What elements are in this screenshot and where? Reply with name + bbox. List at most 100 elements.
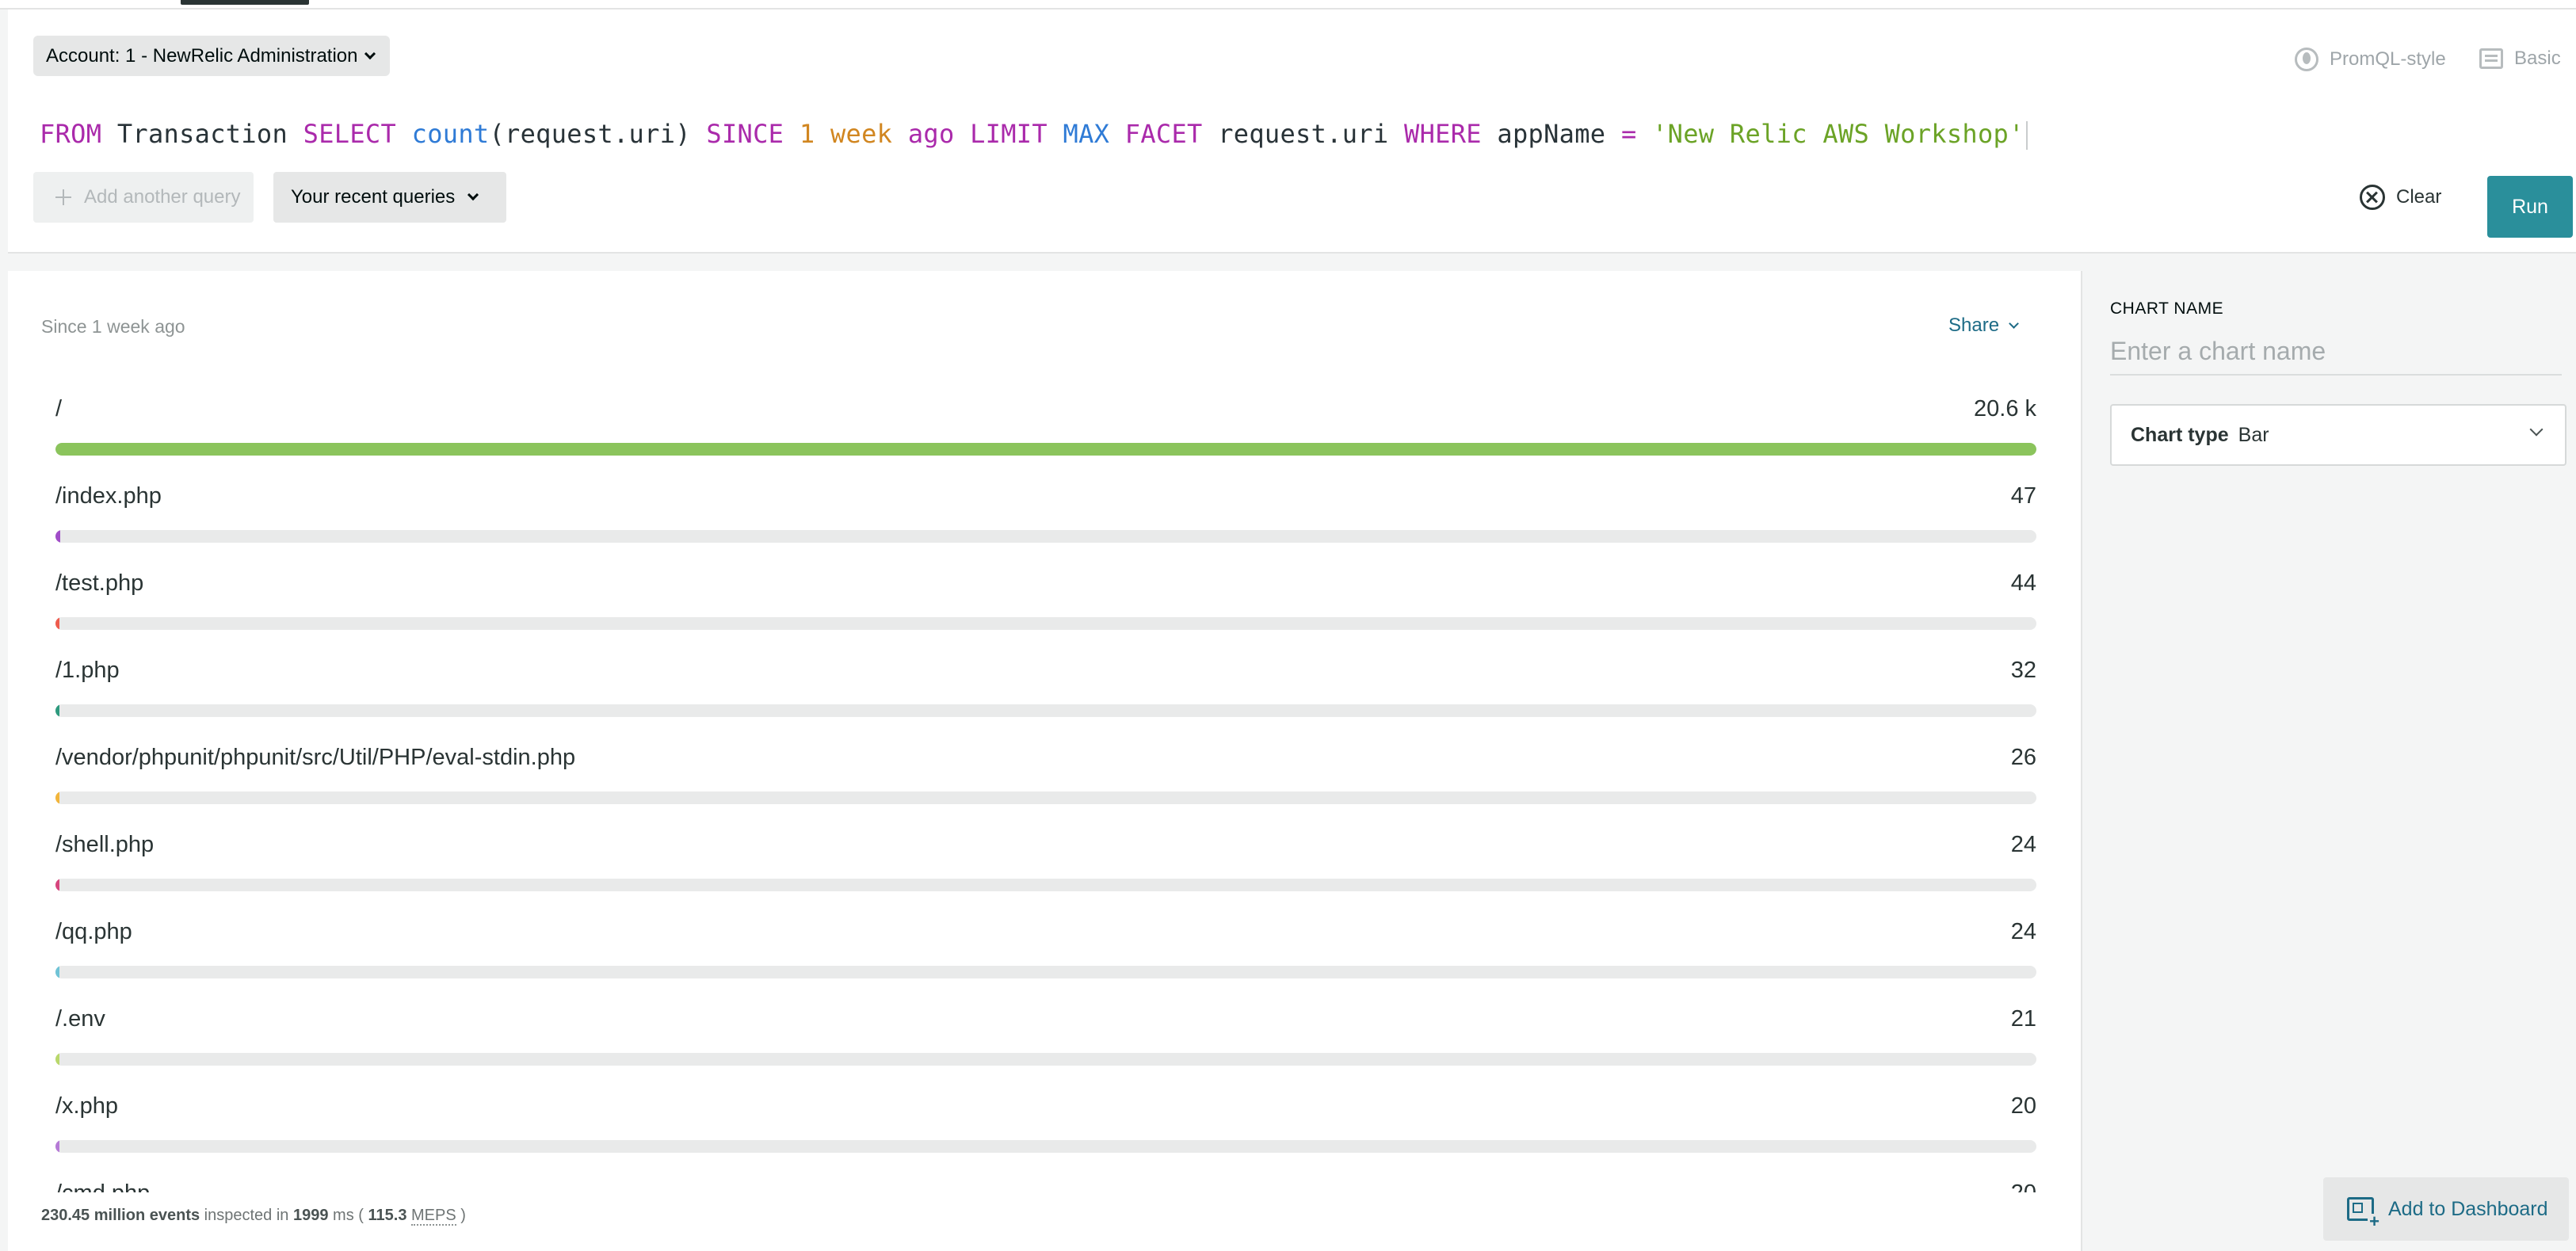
facet-value: 47	[2010, 483, 2036, 509]
facet-label: /index.php	[55, 483, 162, 509]
query-token: WHERE	[1404, 119, 1482, 149]
facet-row[interactable]: /test.php 44	[55, 563, 2036, 650]
query-token: MAX	[1063, 119, 1110, 149]
share-label: Share	[1948, 315, 2000, 336]
plus-icon	[55, 189, 71, 205]
facet-label: /1.php	[55, 658, 120, 683]
add-to-dashboard-icon	[2347, 1197, 2381, 1230]
facet-row[interactable]: /shell.php 24	[55, 824, 2036, 911]
query-token: Transaction	[116, 119, 288, 149]
query-token	[288, 119, 303, 149]
facet-label: /shell.php	[55, 832, 155, 857]
query-token: SELECT	[303, 119, 397, 149]
chevron-down-icon	[2529, 422, 2544, 437]
chart-type-value: Bar	[2238, 423, 2269, 446]
facet-value: 20.6 k	[1974, 396, 2036, 421]
query-token	[1637, 119, 1653, 149]
chart-name-input[interactable]	[2110, 328, 2562, 376]
facet-row[interactable]: /1.php 32	[55, 650, 2036, 737]
query-token: week	[830, 119, 893, 149]
results-panel: Since 1 week ago Share / 20.6 k/index.php…	[8, 271, 2081, 1251]
chevron-down-icon	[364, 48, 376, 59]
account-label: Account: 1 - NewRelic Administration	[46, 44, 358, 67]
query-token: FROM	[40, 119, 102, 149]
facet-row[interactable]: /qq.php 24	[55, 911, 2036, 998]
facet-row[interactable]: / 20.6 k	[55, 388, 2036, 475]
time-range-label: Since 1 week ago	[41, 316, 185, 337]
query-token: appName	[1497, 119, 1606, 149]
query-token	[784, 119, 800, 149]
query-token	[815, 119, 830, 149]
chart-type-select[interactable]: Chart type Bar	[2110, 404, 2566, 466]
bar-track	[55, 1140, 2036, 1153]
facet-row[interactable]: /index.php 47	[55, 475, 2036, 563]
bar	[55, 443, 2036, 456]
account-selector[interactable]: Account: 1 - NewRelic Administration	[33, 36, 390, 76]
query-token	[1388, 119, 1404, 149]
share-button[interactable]: Share	[1948, 315, 2019, 337]
ms-unit: ms (	[333, 1207, 364, 1224]
bar-track	[55, 966, 2036, 978]
query-token: (request.uri)	[489, 119, 691, 149]
promql-style-toggle[interactable]: PromQL-style	[2295, 48, 2446, 71]
query-token	[955, 119, 971, 149]
bar-track	[55, 617, 2036, 630]
query-token	[1482, 119, 1498, 149]
bar	[55, 1140, 59, 1153]
facet-value: 24	[2010, 919, 2036, 944]
bar-track	[55, 704, 2036, 717]
duration-ms: 1999	[292, 1207, 329, 1224]
bar	[55, 791, 59, 804]
inspected-in-text: inspected in	[204, 1207, 289, 1224]
run-button[interactable]: Run	[2487, 176, 2573, 238]
chart-type-label: Chart type	[2131, 423, 2229, 446]
close-icon	[2360, 185, 2385, 210]
query-token	[691, 119, 707, 149]
add-query-label: Add another query	[84, 186, 241, 208]
bar	[55, 966, 59, 978]
recent-queries-dropdown[interactable]: Your recent queries	[273, 172, 506, 223]
nrql-query-editor[interactable]: FROM Transaction SELECT count(request.ur…	[40, 119, 2028, 150]
bar	[55, 879, 59, 891]
query-token: ago	[907, 119, 955, 149]
bar-chart: / 20.6 k/index.php 47/test.php 44/1.php 32/v…	[55, 388, 2036, 1192]
facet-value: 20	[2010, 1093, 2036, 1119]
facet-row[interactable]: /x.php 20	[55, 1085, 2036, 1173]
clear-button[interactable]: Clear	[2360, 185, 2441, 210]
bar	[55, 617, 59, 630]
facet-value: 24	[2010, 832, 2036, 857]
bar-track	[55, 1053, 2036, 1066]
query-token	[1048, 119, 1063, 149]
chevron-down-icon	[467, 189, 479, 201]
add-to-dashboard-label: Add to Dashboard	[2388, 1197, 2548, 1220]
facet-value: 20	[2011, 1180, 2036, 1192]
facet-label: /	[55, 396, 63, 421]
recent-queries-label: Your recent queries	[291, 186, 456, 208]
bar-track	[55, 791, 2036, 804]
facet-value: 32	[2010, 658, 2036, 683]
meps-label[interactable]: MEPS	[411, 1207, 456, 1226]
add-another-query-button[interactable]: Add another query	[33, 172, 254, 223]
facet-value: 26	[2010, 745, 2036, 770]
add-to-dashboard-button[interactable]: Add to Dashboard	[2323, 1177, 2569, 1241]
query-token: SINCE	[706, 119, 784, 149]
query-token	[1605, 119, 1621, 149]
text-cursor	[2025, 121, 2028, 150]
facet-row[interactable]: /.env 21	[55, 998, 2036, 1085]
bar	[55, 530, 60, 543]
facet-row[interactable]: /cmd.php 20	[55, 1173, 2036, 1192]
facet-label: /cmd.php	[55, 1180, 150, 1192]
query-token: LIMIT	[970, 119, 1048, 149]
basic-mode-icon	[2479, 48, 2503, 69]
query-token: count	[411, 119, 490, 149]
basic-mode-toggle[interactable]: Basic	[2479, 48, 2561, 70]
bar	[55, 704, 59, 717]
query-token: 1	[799, 119, 815, 149]
facet-row[interactable]: /vendor/phpunit/phpunit/src/Util/PHP/eva…	[55, 737, 2036, 824]
facet-label: /test.php	[55, 570, 144, 596]
facet-label: /.env	[55, 1006, 105, 1032]
query-stats: 230.45 million events inspected in 1999 …	[41, 1207, 466, 1226]
bar-track	[55, 530, 2036, 543]
events-count: 230.45 million events	[41, 1207, 200, 1224]
bar-track	[55, 879, 2036, 891]
